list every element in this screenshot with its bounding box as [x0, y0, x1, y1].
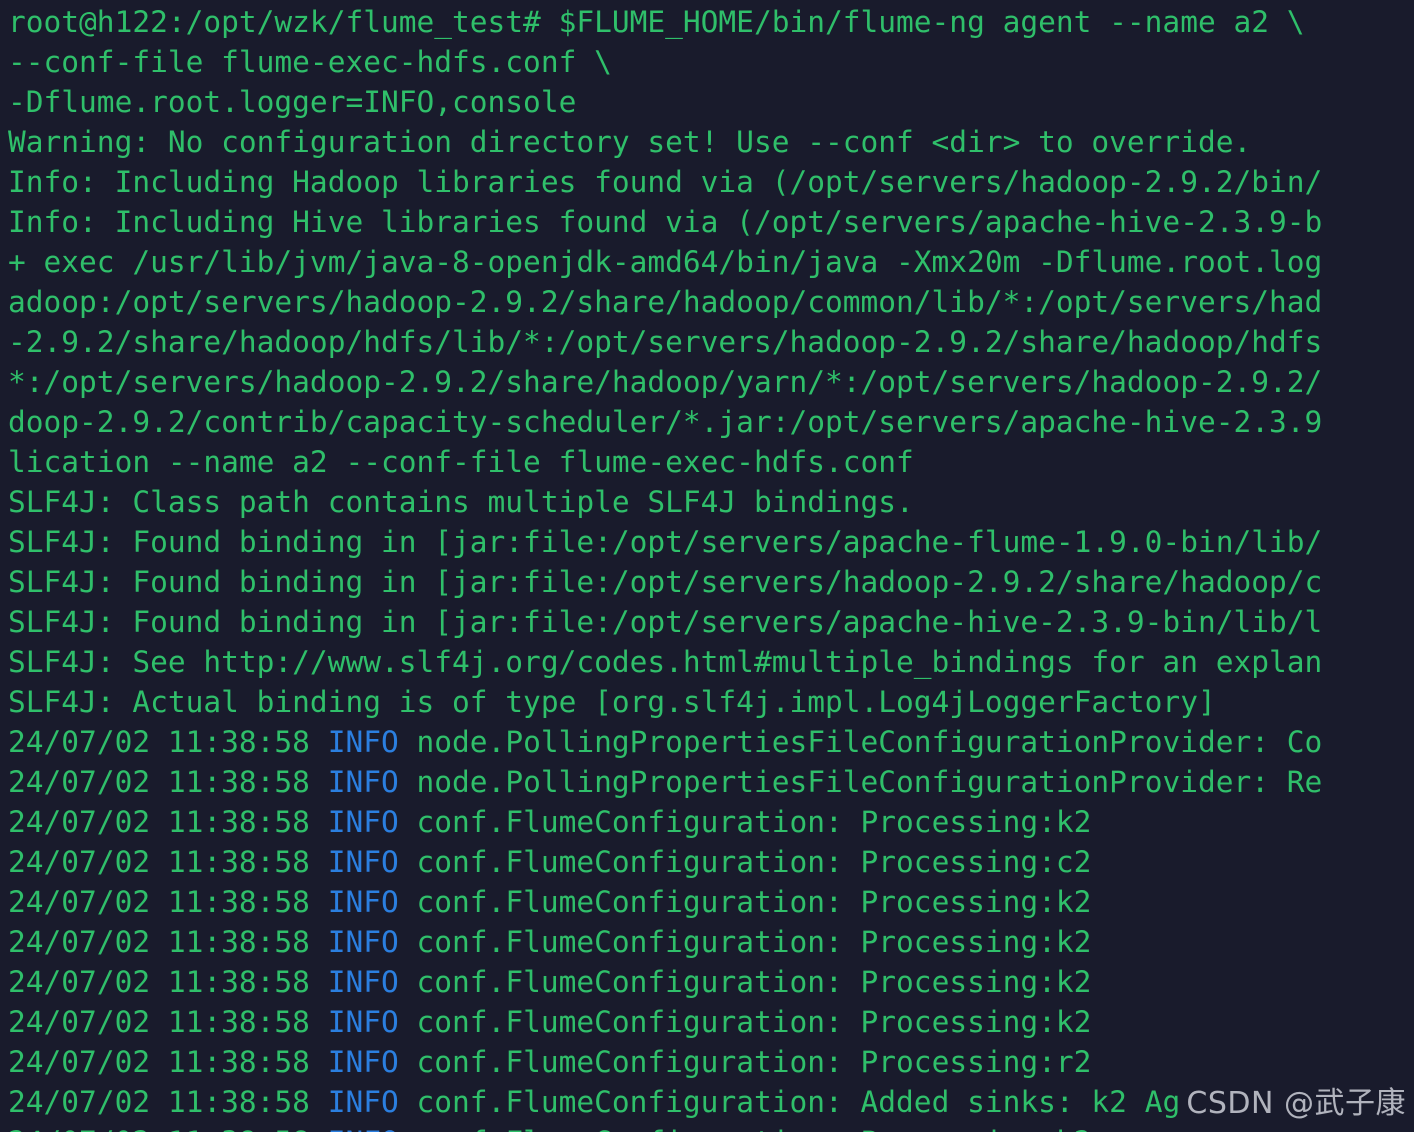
log-level: INFO	[327, 725, 399, 759]
log-message: conf.FlumeConfiguration: Processing:k2	[398, 1005, 1092, 1039]
terminal-line: 24/07/02 11:38:58 INFO conf.FlumeConfigu…	[8, 842, 1414, 882]
log-timestamp: 24/07/02 11:38:58	[8, 1125, 328, 1132]
terminal-line: SLF4J: Found binding in [jar:file:/opt/s…	[8, 562, 1414, 602]
log-level: INFO	[327, 965, 399, 999]
log-timestamp: 24/07/02 11:38:58	[8, 1085, 328, 1119]
terminal-line: root@h122:/opt/wzk/flume_test# $FLUME_HO…	[8, 2, 1414, 42]
terminal-line: 24/07/02 11:38:58 INFO node.PollingPrope…	[8, 722, 1414, 762]
terminal-line: SLF4J: Actual binding is of type [org.sl…	[8, 682, 1414, 722]
log-level: INFO	[327, 1005, 399, 1039]
terminal-line: 24/07/02 11:38:58 INFO conf.FlumeConfigu…	[8, 802, 1414, 842]
log-timestamp: 24/07/02 11:38:58	[8, 725, 328, 759]
terminal-line: 24/07/02 11:38:58 INFO conf.FlumeConfigu…	[8, 882, 1414, 922]
terminal-line-text: *:/opt/servers/hadoop-2.9.2/share/hadoop…	[8, 365, 1323, 399]
log-message: conf.FlumeConfiguration: Processing:c2	[398, 845, 1092, 879]
terminal-line-text: Info: Including Hadoop libraries found v…	[8, 165, 1323, 199]
terminal-output: root@h122:/opt/wzk/flume_test# $FLUME_HO…	[8, 2, 1414, 1132]
log-level: INFO	[327, 1045, 399, 1079]
terminal-line: 24/07/02 11:38:58 INFO conf.FlumeConfigu…	[8, 922, 1414, 962]
log-timestamp: 24/07/02 11:38:58	[8, 805, 328, 839]
terminal-line-text: SLF4J: See http://www.slf4j.org/codes.ht…	[8, 645, 1323, 679]
log-timestamp: 24/07/02 11:38:58	[8, 1005, 328, 1039]
terminal-line-text: root@h122:/opt/wzk/flume_test# $FLUME_HO…	[8, 5, 1305, 39]
terminal-line: 24/07/02 11:38:58 INFO conf.FlumeConfigu…	[8, 1082, 1414, 1122]
log-timestamp: 24/07/02 11:38:58	[8, 765, 328, 799]
log-level: INFO	[327, 1085, 399, 1119]
terminal-line-text: lication --name a2 --conf-file flume-exe…	[8, 445, 914, 479]
terminal-line-text: -Dflume.root.logger=INFO,console	[8, 85, 577, 119]
terminal-line-text: SLF4J: Found binding in [jar:file:/opt/s…	[8, 525, 1323, 559]
log-message: conf.FlumeConfiguration: Added sinks: k2…	[398, 1085, 1181, 1119]
terminal-line: SLF4J: Found binding in [jar:file:/opt/s…	[8, 522, 1414, 562]
log-timestamp: 24/07/02 11:38:58	[8, 885, 328, 919]
terminal-line: 24/07/02 11:38:58 INFO conf.FlumeConfigu…	[8, 1002, 1414, 1042]
log-message: conf.FlumeConfiguration: Processing:k2	[398, 885, 1092, 919]
terminal-line-text: SLF4J: Found binding in [jar:file:/opt/s…	[8, 605, 1323, 639]
log-timestamp: 24/07/02 11:38:58	[8, 845, 328, 879]
log-message: conf.FlumeConfiguration: Processing:k2	[399, 1125, 1092, 1132]
terminal-line: Info: Including Hive libraries found via…	[8, 202, 1414, 242]
terminal-line: adoop:/opt/servers/hadoop-2.9.2/share/ha…	[8, 282, 1414, 322]
terminal-line: lication --name a2 --conf-file flume-exe…	[8, 442, 1414, 482]
terminal-line: + exec /usr/lib/jvm/java-8-openjdk-amd64…	[8, 242, 1414, 282]
log-level: INFO	[327, 805, 399, 839]
log-message: node.PollingPropertiesFileConfigurationP…	[398, 725, 1323, 759]
log-timestamp: 24/07/02 11:38:58	[8, 1045, 328, 1079]
log-level: INFO	[327, 885, 399, 919]
terminal-window[interactable]: root@h122:/opt/wzk/flume_test# $FLUME_HO…	[0, 0, 1414, 1132]
terminal-line-text: doop-2.9.2/contrib/capacity-scheduler/*.…	[8, 405, 1323, 439]
log-level: INFO	[327, 765, 399, 799]
log-message: conf.FlumeConfiguration: Processing:r2	[398, 1045, 1092, 1079]
terminal-line: doop-2.9.2/contrib/capacity-scheduler/*.…	[8, 402, 1414, 442]
terminal-line: 24/07/02 11:38:58 INFO node.PollingPrope…	[8, 762, 1414, 802]
terminal-line: -Dflume.root.logger=INFO,console	[8, 82, 1414, 122]
terminal-line-text: adoop:/opt/servers/hadoop-2.9.2/share/ha…	[8, 285, 1323, 319]
terminal-line: SLF4J: See http://www.slf4j.org/codes.ht…	[8, 642, 1414, 682]
terminal-line: --conf-file flume-exec-hdfs.conf \	[8, 42, 1414, 82]
terminal-line: Info: Including Hadoop libraries found v…	[8, 162, 1414, 202]
terminal-line: Warning: No configuration directory set!…	[8, 122, 1414, 162]
log-level: INFO	[328, 1125, 399, 1132]
terminal-line-text: Info: Including Hive libraries found via…	[8, 205, 1323, 239]
terminal-line-text: -2.9.2/share/hadoop/hdfs/lib/*:/opt/serv…	[8, 325, 1323, 359]
terminal-line: *:/opt/servers/hadoop-2.9.2/share/hadoop…	[8, 362, 1414, 402]
terminal-line-text: + exec /usr/lib/jvm/java-8-openjdk-amd64…	[8, 245, 1323, 279]
terminal-line-text: --conf-file flume-exec-hdfs.conf \	[8, 45, 612, 79]
terminal-line: SLF4J: Class path contains multiple SLF4…	[8, 482, 1414, 522]
terminal-line-text: SLF4J: Found binding in [jar:file:/opt/s…	[8, 565, 1323, 599]
terminal-line: -2.9.2/share/hadoop/hdfs/lib/*:/opt/serv…	[8, 322, 1414, 362]
log-level: INFO	[327, 925, 399, 959]
log-timestamp: 24/07/02 11:38:58	[8, 925, 328, 959]
terminal-line-text: SLF4J: Class path contains multiple SLF4…	[8, 485, 914, 519]
terminal-line: 24/07/02 11:38:58 INFO conf.FlumeConfigu…	[8, 1042, 1414, 1082]
terminal-line-text: Warning: No configuration directory set!…	[8, 125, 1252, 159]
log-message: node.PollingPropertiesFileConfigurationP…	[398, 765, 1323, 799]
terminal-line: SLF4J: Found binding in [jar:file:/opt/s…	[8, 602, 1414, 642]
log-level: INFO	[327, 845, 399, 879]
terminal-line: 24/07/02 11:38:58 INFO conf.FlumeConfigu…	[8, 1122, 1414, 1132]
log-timestamp: 24/07/02 11:38:58	[8, 965, 328, 999]
log-message: conf.FlumeConfiguration: Processing:k2	[398, 805, 1092, 839]
log-message: conf.FlumeConfiguration: Processing:k2	[398, 965, 1092, 999]
terminal-line: 24/07/02 11:38:58 INFO conf.FlumeConfigu…	[8, 962, 1414, 1002]
terminal-line-text: SLF4J: Actual binding is of type [org.sl…	[8, 685, 1216, 719]
log-message: conf.FlumeConfiguration: Processing:k2	[398, 925, 1092, 959]
